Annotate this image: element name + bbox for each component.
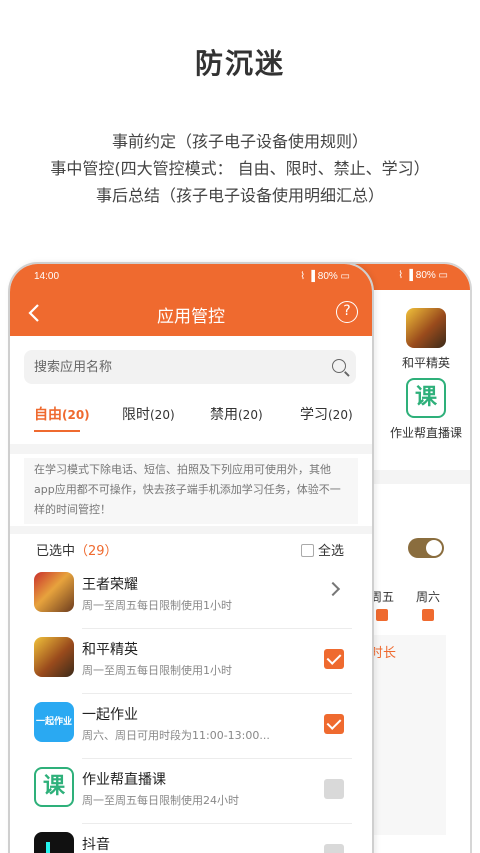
- promo-title: 防沉迷: [194, 47, 285, 80]
- hpjy-icon: [406, 308, 446, 348]
- tab-free[interactable]: 自由(20): [34, 404, 90, 424]
- app-limit: 周一至周五每日限制使用1小时: [82, 599, 232, 612]
- status-icons: ⌇ ▐ 80% ▭: [300, 271, 350, 282]
- tab-study[interactable]: 学习(20): [300, 404, 353, 424]
- selected-count: （29）: [75, 544, 118, 559]
- back-app-zyb[interactable]: 课 作业帮直播课: [386, 378, 466, 441]
- app-name: 作业帮直播课: [82, 772, 166, 788]
- app-limit: 周六、周日可用时段为11:00-13:00...: [82, 729, 270, 742]
- day-checkbox[interactable]: [376, 609, 388, 621]
- app-name: 抖音: [82, 837, 110, 853]
- front-phone-frame: 14:00 ⌇ ▐ 80% ▭ 应用管控 ? 自由(20) 限时(20) 禁用(…: [8, 262, 374, 853]
- yqzy-icon: 一起作业: [34, 702, 74, 742]
- section-divider: [10, 526, 372, 534]
- back-app-hpjy[interactable]: 和平精英: [386, 308, 466, 371]
- list-item[interactable]: 王者荣耀 周一至周五每日限制使用1小时: [10, 564, 372, 629]
- tab-count: (20): [62, 408, 90, 422]
- status-bar: 14:00 ⌇ ▐ 80% ▭: [10, 264, 372, 290]
- selection-row: 已选中（29） 全选: [10, 538, 372, 562]
- day-saturday[interactable]: 周六: [408, 588, 448, 621]
- app-limit: 周一至周五每日限制使用1小时: [82, 664, 232, 677]
- status-time: 14:00: [34, 271, 60, 282]
- mode-tabs: 自由(20) 限时(20) 禁用(20) 学习(20): [10, 400, 372, 434]
- app-bar: 应用管控 ?: [10, 290, 372, 336]
- promo-line-1: 事前约定（孩子电子设备使用规则）: [111, 132, 368, 151]
- app-list: 王者荣耀 周一至周五每日限制使用1小时 和平精英 周一至周五每日限制使用1小时 …: [10, 564, 372, 853]
- douyin-icon: [34, 832, 74, 853]
- selected-label: 已选中（29）: [36, 544, 118, 559]
- hpjy-icon: [34, 637, 74, 677]
- select-all-icon: [300, 544, 314, 557]
- day-label: 周六: [415, 590, 440, 604]
- active-tab-indicator: [34, 430, 80, 432]
- back-status-icons: ⌇ ▐ 80% ▭: [398, 270, 448, 281]
- tab-count: (20): [238, 408, 263, 422]
- tab-count: (20): [328, 408, 353, 422]
- study-mode-notice: 在学习模式下除电话、短信、拍照及下列应用可使用外，其他app应用都不可操作，快去…: [24, 458, 358, 524]
- search-icon[interactable]: [332, 359, 346, 373]
- app-checkbox[interactable]: [324, 649, 344, 669]
- app-name: 王者荣耀: [82, 577, 138, 593]
- tab-label: 限时: [122, 407, 150, 423]
- zyb-icon: 课: [406, 378, 446, 418]
- list-item[interactable]: 抖音: [10, 824, 372, 853]
- promo-line-2: 事中管控(四大管控模式： 自由、限时、禁止、学习）: [50, 159, 430, 178]
- tab-timed[interactable]: 限时(20): [122, 404, 175, 424]
- app-checkbox[interactable]: [324, 844, 344, 853]
- help-icon[interactable]: ?: [336, 301, 358, 323]
- zyb-icon: 课: [34, 767, 74, 807]
- search-bar[interactable]: [24, 350, 356, 384]
- search-input[interactable]: [24, 350, 356, 384]
- back-app-label: 和平精英: [401, 356, 450, 370]
- app-checkbox[interactable]: [324, 714, 344, 734]
- chevron-right-icon[interactable]: [325, 581, 341, 597]
- select-all-button[interactable]: 全选: [300, 540, 344, 559]
- tab-label: 禁用: [210, 407, 238, 423]
- list-item[interactable]: 课 作业帮直播课 周一至周五每日限制使用24小时: [10, 759, 372, 824]
- app-name: 和平精英: [82, 642, 138, 658]
- mode-toggle[interactable]: [408, 538, 444, 558]
- list-item[interactable]: 一起作业 一起作业 周六、周日可用时段为11:00-13:00...: [10, 694, 372, 759]
- list-item[interactable]: 和平精英 周一至周五每日限制使用1小时: [10, 629, 372, 694]
- promo-description: 事前约定（孩子电子设备使用规则） 事中管控(四大管控模式： 自由、限时、禁止、学…: [0, 128, 480, 209]
- app-name: 一起作业: [82, 707, 138, 723]
- app-limit: 周一至周五每日限制使用24小时: [82, 794, 239, 807]
- section-divider: [10, 444, 372, 454]
- back-app-label: 作业帮直播课: [389, 426, 462, 440]
- tab-banned[interactable]: 禁用(20): [210, 404, 263, 424]
- tab-label: 学习: [300, 407, 328, 423]
- tab-count: (20): [150, 408, 175, 422]
- app-checkbox[interactable]: [324, 779, 344, 799]
- tab-label: 自由: [34, 407, 62, 423]
- page-title: 应用管控: [157, 307, 225, 327]
- day-checkbox[interactable]: [422, 609, 434, 621]
- promo-line-3: 事后总结（孩子电子设备使用明细汇总）: [95, 186, 384, 205]
- wzry-icon: [34, 572, 74, 612]
